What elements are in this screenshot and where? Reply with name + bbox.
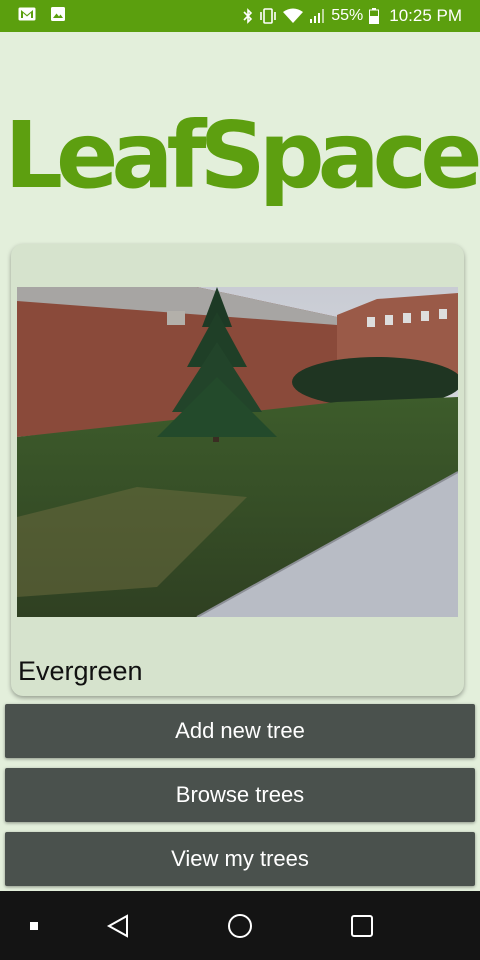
recent-apps-dot-icon[interactable] xyxy=(24,891,44,960)
signal-icon xyxy=(309,8,325,24)
notification-icons xyxy=(18,6,66,27)
system-status: 55% 10:25 PM xyxy=(243,6,462,26)
featured-tree-card[interactable]: Evergreen xyxy=(11,244,464,696)
bluetooth-icon xyxy=(243,8,253,24)
overview-icon[interactable] xyxy=(344,891,380,960)
tree-photo xyxy=(17,287,458,617)
gallery-icon xyxy=(50,6,66,27)
view-my-trees-button[interactable]: View my trees xyxy=(5,832,475,886)
status-bar: 55% 10:25 PM xyxy=(0,0,480,32)
wifi-icon xyxy=(283,8,304,24)
browse-trees-button[interactable]: Browse trees xyxy=(5,768,475,822)
home-icon[interactable] xyxy=(222,891,258,960)
back-icon[interactable] xyxy=(100,891,136,960)
add-new-tree-button[interactable]: Add new tree xyxy=(5,704,475,758)
system-nav-bar xyxy=(0,891,480,960)
clock: 10:25 PM xyxy=(389,6,462,25)
battery-icon xyxy=(369,8,380,24)
battery-percent: 55% xyxy=(331,7,364,24)
vibrate-icon xyxy=(259,8,277,24)
app-logo: LeafSpace xyxy=(4,102,480,209)
tree-name: Evergreen xyxy=(18,656,143,686)
gmail-icon xyxy=(18,7,36,26)
